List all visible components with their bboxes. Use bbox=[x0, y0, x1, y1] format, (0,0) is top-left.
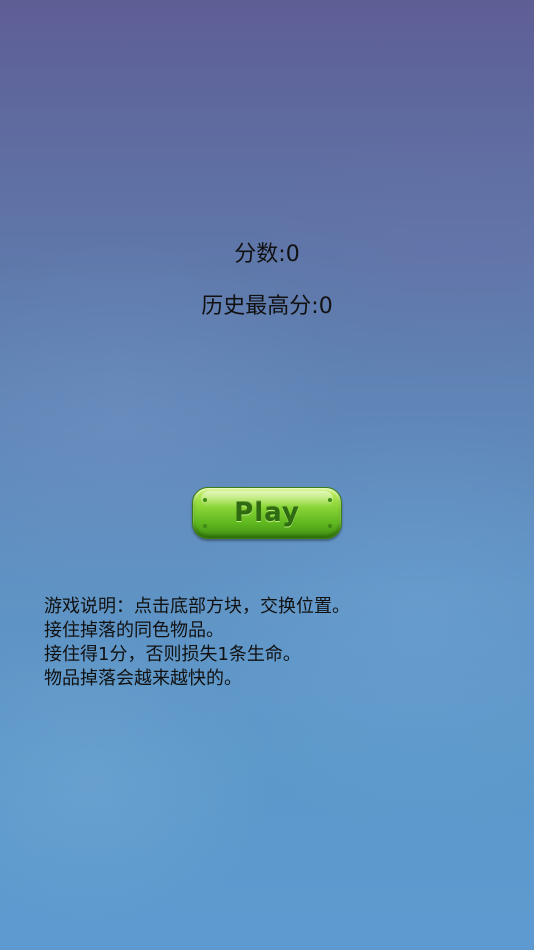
game-instructions: 游戏说明：点击底部方块，交换位置。 接住掉落的同色物品。 接住得1分，否则损失1… bbox=[44, 595, 350, 691]
play-button[interactable]: Play bbox=[192, 487, 342, 539]
high-score: 历史最高分:0 bbox=[201, 294, 333, 319]
instruction-line: 接住掉落的同色物品。 bbox=[44, 620, 224, 641]
button-dot bbox=[203, 498, 207, 502]
button-dot bbox=[328, 524, 332, 528]
instruction-line: 物品掉落会越来越快的。 bbox=[44, 668, 242, 689]
button-dot bbox=[203, 524, 207, 528]
instruction-line: 游戏说明：点击底部方块，交换位置。 bbox=[44, 596, 350, 617]
play-button-label: Play bbox=[234, 498, 300, 528]
current-score: 分数:0 bbox=[234, 242, 300, 267]
instruction-line: 接住得1分，否则损失1条生命。 bbox=[44, 644, 301, 665]
button-dot bbox=[328, 498, 332, 502]
game-screen: { "score": { "text": "分数:0", "value": 0 … bbox=[0, 0, 534, 950]
